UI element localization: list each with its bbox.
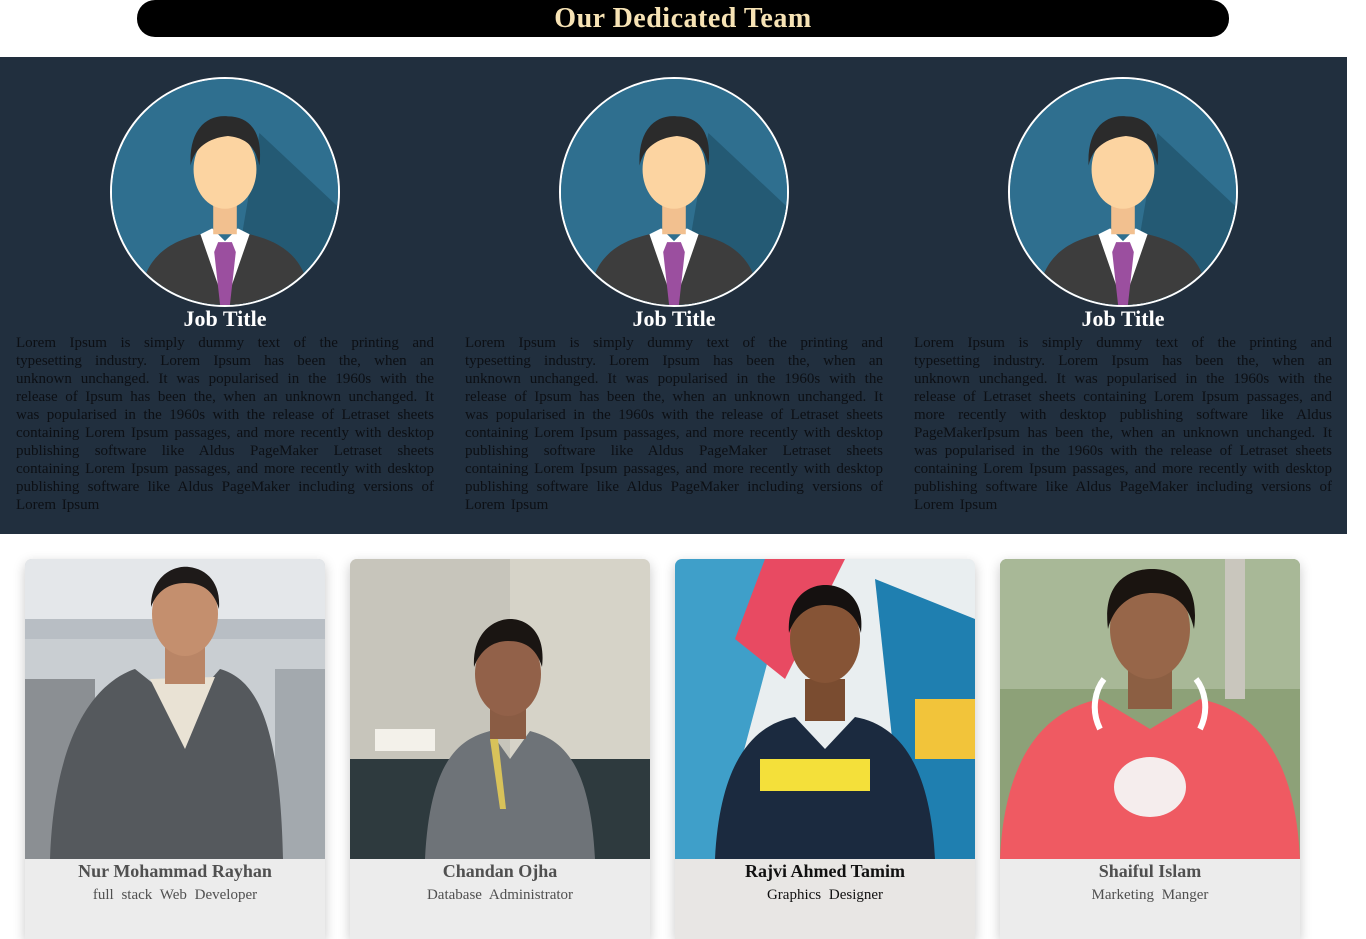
job-description: Lorem Ipsum is simply dummy text of the …	[914, 335, 1332, 513]
businessman-avatar-icon	[559, 77, 789, 307]
member-name: Chandan Ojha	[442, 861, 558, 881]
member-photo	[25, 559, 325, 859]
job-title: Job Title	[1081, 306, 1165, 331]
team-member-card[interactable]: Rajvi Ahmed Tamim Graphics Designer	[675, 559, 975, 939]
job-description: Lorem Ipsum is simply dummy text of the …	[465, 335, 883, 513]
member-photo	[675, 559, 975, 859]
section-header: Our Dedicated Team	[137, 0, 1229, 37]
job-title: Job Title	[183, 306, 267, 331]
team-members-section: Nur Mohammad Rayhan full stack Web Devel…	[0, 559, 1366, 939]
member-name: Nur Mohammad Rayhan	[78, 861, 272, 881]
member-role: Marketing Manger	[1091, 887, 1209, 903]
businessman-avatar-icon	[1008, 77, 1238, 307]
member-name: Shaiful Islam	[1098, 861, 1202, 881]
team-member-card[interactable]: Chandan Ojha Database Administrator	[350, 559, 650, 939]
member-role: Database Administrator	[426, 887, 574, 903]
member-role: full stack Web Developer	[92, 887, 258, 903]
page-title: Our Dedicated Team	[554, 2, 812, 34]
member-role: Graphics Designer	[766, 887, 884, 903]
job-title: Job Title	[632, 306, 716, 331]
member-name: Rajvi Ahmed Tamim	[744, 861, 906, 881]
job-description: Lorem Ipsum is simply dummy text of the …	[16, 335, 434, 513]
job-roles-section: Job Title Lorem Ipsum is simply dummy te…	[0, 57, 1347, 534]
member-photo	[1000, 559, 1300, 859]
team-member-card[interactable]: Shaiful Islam Marketing Manger	[1000, 559, 1300, 939]
team-member-card[interactable]: Nur Mohammad Rayhan full stack Web Devel…	[25, 559, 325, 939]
member-photo	[350, 559, 650, 859]
businessman-avatar-icon	[110, 77, 340, 307]
